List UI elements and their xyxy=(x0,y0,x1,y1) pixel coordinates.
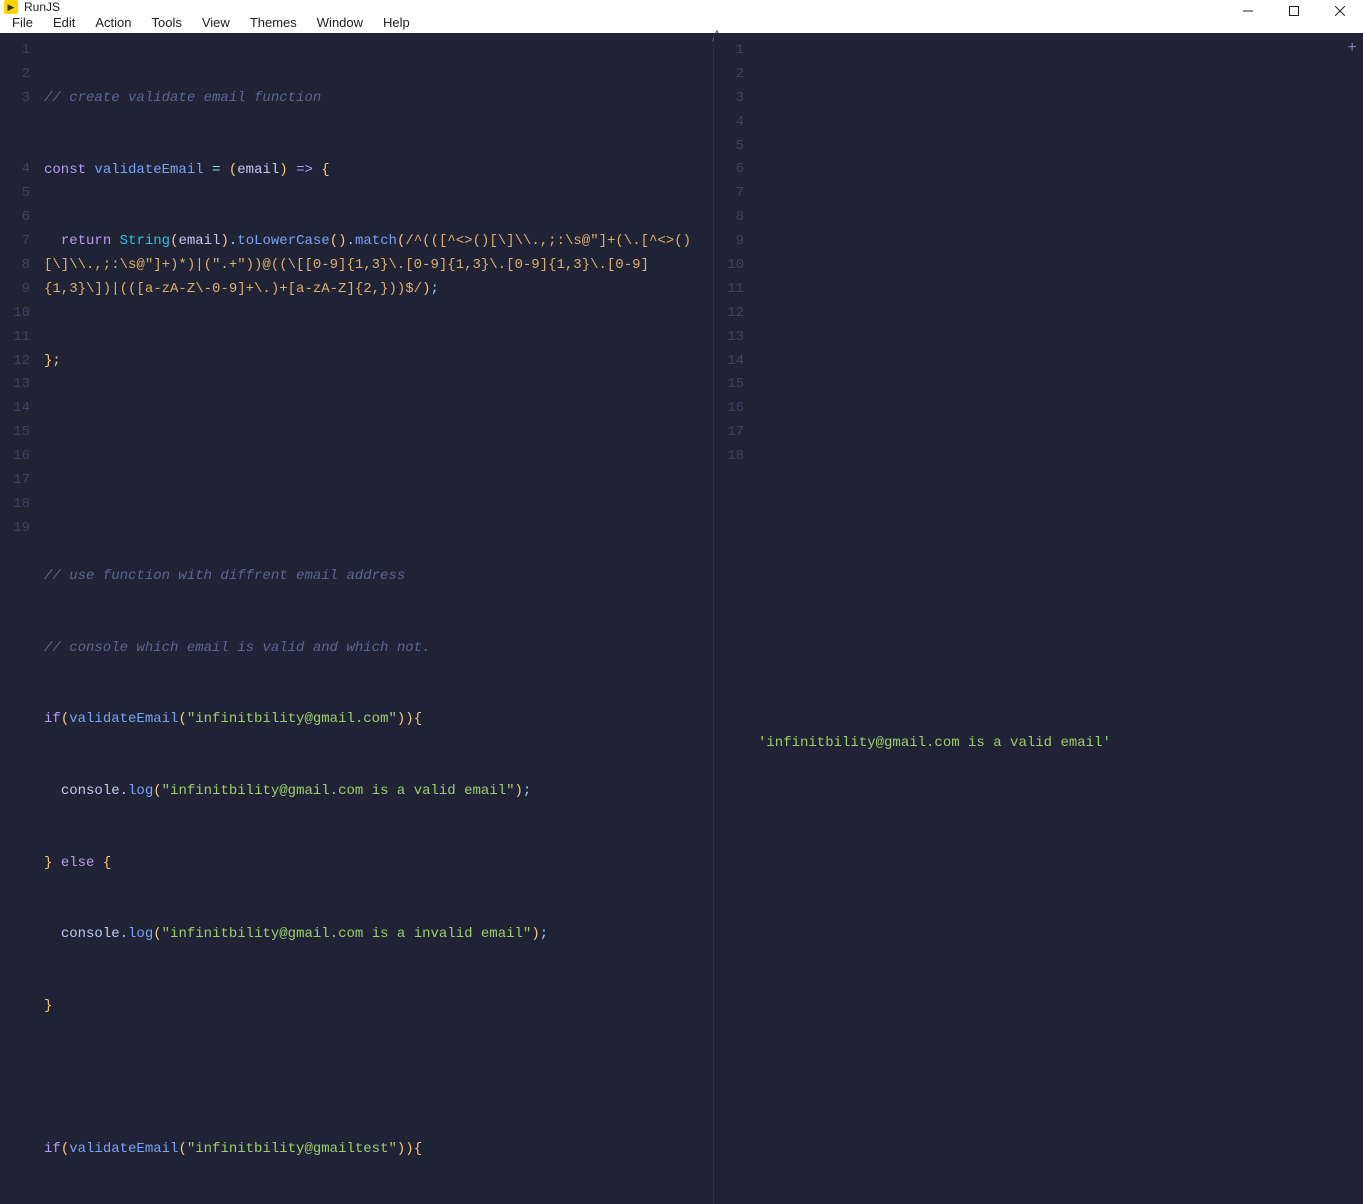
code-pane[interactable]: 12345678910111213141516171819 // create … xyxy=(0,33,714,1204)
app-title: RunJS xyxy=(24,0,60,14)
menu-view[interactable]: View xyxy=(194,14,238,31)
fn-name: validateEmail xyxy=(94,162,203,178)
string: "infinitbility@gmail.com is a invalid em… xyxy=(162,926,532,942)
string: "infinitbility@gmail.com is a valid emai… xyxy=(162,783,515,799)
param: email xyxy=(237,162,279,178)
paren: ) xyxy=(279,162,287,178)
menu-action[interactable]: Action xyxy=(87,14,139,31)
output-pane[interactable]: + 123456789101112131415161718 'infinitbi… xyxy=(714,33,1363,1204)
kw-else: else xyxy=(61,855,95,871)
brace: } xyxy=(44,855,61,871)
line-gutter-right: 123456789101112131415161718 xyxy=(714,33,754,1204)
output-line: 'infinitbility@gmail.com is a valid emai… xyxy=(758,735,1111,751)
editor-area: ⋀ 12345678910111213141516171819 // creat… xyxy=(0,33,1363,1204)
code-comment: // console which email is valid and whic… xyxy=(44,640,430,656)
code-comment: // create validate email function xyxy=(44,90,321,106)
kw-const: const xyxy=(44,162,86,178)
string: "infinitbility@gmail.com" xyxy=(187,711,397,727)
code-comment: // use function with diffrent email addr… xyxy=(44,568,405,584)
menu-themes[interactable]: Themes xyxy=(242,14,305,31)
console: console xyxy=(61,926,120,942)
brace-close: }; xyxy=(44,353,61,369)
maximize-button[interactable] xyxy=(1271,0,1317,22)
fn-call: validateEmail xyxy=(69,711,178,727)
output-content: 'infinitbility@gmail.com is a valid emai… xyxy=(754,33,1363,1204)
kw-if: if xyxy=(44,1141,61,1157)
method-match: match xyxy=(355,233,397,249)
method-log: log xyxy=(128,926,153,942)
brace: } xyxy=(44,998,52,1014)
line-gutter-left: 12345678910111213141516171819 xyxy=(0,33,40,1204)
console: console xyxy=(61,783,120,799)
menu-file[interactable]: File xyxy=(4,14,41,31)
menu-edit[interactable]: Edit xyxy=(45,14,83,31)
builtin-string: String xyxy=(120,233,170,249)
menubar: File Edit Action Tools View Themes Windo… xyxy=(0,14,1363,33)
code-content[interactable]: // create validate email function const … xyxy=(40,33,713,1204)
arrow: => xyxy=(288,162,322,178)
close-button[interactable] xyxy=(1317,0,1363,22)
menu-tools[interactable]: Tools xyxy=(144,14,190,31)
method-tolower: toLowerCase xyxy=(237,233,329,249)
titlebar: ▶ RunJS xyxy=(0,0,1363,14)
brace: { xyxy=(321,162,329,178)
minimize-button[interactable] xyxy=(1225,0,1271,22)
fn-call: validateEmail xyxy=(69,1141,178,1157)
app-icon: ▶ xyxy=(4,0,18,14)
brace: { xyxy=(94,855,111,871)
menu-window[interactable]: Window xyxy=(309,14,371,31)
kw-if: if xyxy=(44,711,61,727)
add-tab-icon[interactable]: + xyxy=(1347,39,1357,57)
paren: ( xyxy=(229,162,237,178)
op-eq: = xyxy=(204,162,229,178)
var-email: email xyxy=(178,233,220,249)
kw-return: return xyxy=(61,233,111,249)
string: "infinitbility@gmailtest" xyxy=(187,1141,397,1157)
window-controls xyxy=(1225,0,1363,22)
menu-help[interactable]: Help xyxy=(375,14,418,31)
method-log: log xyxy=(128,783,153,799)
